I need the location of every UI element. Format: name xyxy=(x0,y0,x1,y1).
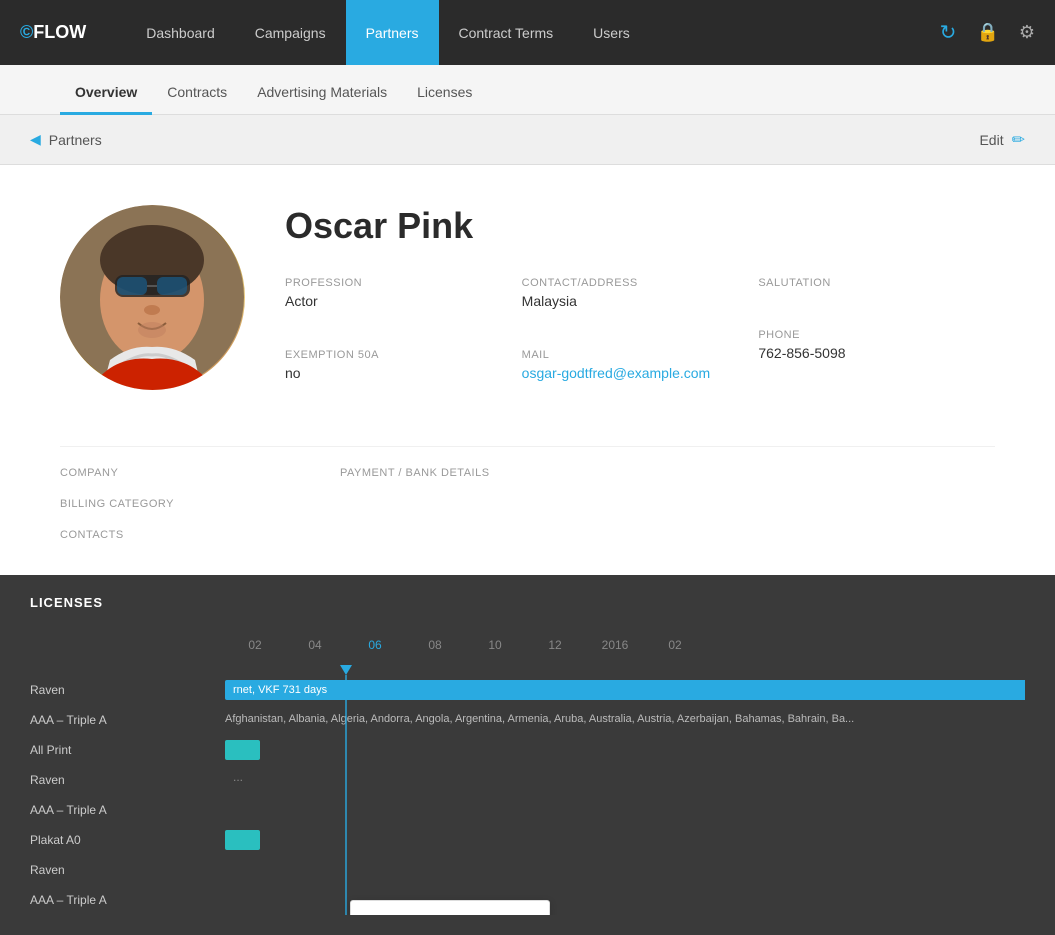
sub-nav: Overview Contracts Advertising Materials… xyxy=(0,65,1055,115)
breadcrumb-partners-link[interactable]: Partners xyxy=(49,132,102,148)
table-row: AAA – Triple A Afghanistan, Albania, Alg… xyxy=(30,705,1025,735)
row-label: All Print xyxy=(30,743,225,757)
payment-field: PAYMENT / BANK DETAILS xyxy=(340,467,540,483)
lock-icon[interactable]: 🔒 xyxy=(976,22,998,43)
mail-value[interactable]: osgar-godtfred@example.com xyxy=(522,365,711,381)
timeline-vertical-line xyxy=(345,675,347,915)
table-row: AAA – Triple A TV 122 days Argentina xyxy=(30,795,1025,825)
timeline-marker-triangle xyxy=(340,665,352,675)
avatar xyxy=(60,205,245,390)
row-label: AAA – Triple A xyxy=(30,893,225,907)
tooltip-type-1: TV 122 days xyxy=(367,913,533,915)
nav-item-contract-terms[interactable]: Contract Terms xyxy=(439,0,574,65)
company-label: COMPANY xyxy=(60,467,260,479)
breadcrumb-right: Edit ✏ xyxy=(979,130,1025,150)
main-content: Oscar Pink PROFESSION Actor EXEMPTION 50… xyxy=(0,165,1055,575)
logo[interactable]: ©FLOW xyxy=(20,22,86,43)
table-row: All Print xyxy=(30,735,1025,765)
company-field: COMPANY xyxy=(60,467,260,483)
profile-fields: PROFESSION Actor EXEMPTION 50A no CONTAC… xyxy=(285,277,995,406)
field-col-salutation: SALUTATION PHONE 762-856-5098 xyxy=(758,277,995,406)
tick-2016: 2016 xyxy=(585,638,645,652)
licenses-section: LICENSES 02 04 06 08 10 12 2016 02 xyxy=(0,575,1055,935)
timeline-header: 02 04 06 08 10 12 2016 02 xyxy=(30,630,1025,660)
tick-08: 08 xyxy=(405,638,465,652)
contact-label: CONTACT/ADDRESS xyxy=(522,277,759,289)
salutation-label: SALUTATION xyxy=(758,277,995,289)
bar xyxy=(225,830,260,850)
tab-contracts[interactable]: Contracts xyxy=(152,84,242,115)
nav-items: Dashboard Campaigns Partners Contract Te… xyxy=(126,0,939,65)
tick-12: 12 xyxy=(525,638,585,652)
row-label: Raven xyxy=(30,863,225,877)
tick-02a: 02 xyxy=(225,638,285,652)
timeline-rows: Raven rnet, VKF 731 days AAA – Triple A … xyxy=(30,675,1025,915)
phone-value: 762-856-5098 xyxy=(758,345,995,361)
tick-06: 06 xyxy=(345,638,405,652)
row-label: Plakat A0 xyxy=(30,833,225,847)
table-row: Raven ... xyxy=(30,765,1025,795)
breadcrumb-bar: ◀ Partners Edit ✏ xyxy=(0,115,1055,165)
edit-pencil-icon[interactable]: ✏ xyxy=(1012,130,1025,150)
refresh-icon[interactable]: ↻ xyxy=(940,20,957,45)
tick-02b: 02 xyxy=(645,638,705,652)
row-label: AAA – Triple A xyxy=(30,713,225,727)
row-label: Raven xyxy=(30,683,225,697)
timeline-container: 02 04 06 08 10 12 2016 02 Raven rnet, VK… xyxy=(30,630,1025,915)
bar xyxy=(225,740,260,760)
tick-04: 04 xyxy=(285,638,345,652)
nav-right: ↻ 🔒 ⚙ xyxy=(940,20,1035,45)
nav-item-campaigns[interactable]: Campaigns xyxy=(235,0,346,65)
row-label: AAA – Triple A xyxy=(30,803,225,817)
profile-info: Oscar Pink PROFESSION Actor EXEMPTION 50… xyxy=(285,205,995,406)
field-col-contact: CONTACT/ADDRESS Malaysia MAIL osgar-godt… xyxy=(522,277,759,406)
nav-item-dashboard[interactable]: Dashboard xyxy=(126,0,235,65)
contacts-label: CONTACTS xyxy=(60,529,260,541)
exemption-label: EXEMPTION 50A xyxy=(285,349,522,361)
phone-label: PHONE xyxy=(758,329,995,341)
profile-name: Oscar Pink xyxy=(285,205,995,247)
gear-icon[interactable]: ⚙ xyxy=(1019,22,1035,43)
nav-item-users[interactable]: Users xyxy=(573,0,650,65)
profession-label: PROFESSION xyxy=(285,277,522,289)
back-arrow-icon: ◀ xyxy=(30,131,41,148)
avatar-image xyxy=(60,205,245,390)
table-row: Raven xyxy=(30,855,1025,885)
tab-advertising-materials[interactable]: Advertising Materials xyxy=(242,84,402,115)
table-row: Plakat A0 TV 184 days Germany xyxy=(30,825,1025,855)
table-row: Raven rnet, VKF 731 days xyxy=(30,675,1025,705)
top-nav: ©FLOW Dashboard Campaigns Partners Contr… xyxy=(0,0,1055,65)
breadcrumb: ◀ Partners xyxy=(30,131,102,148)
licenses-title: LICENSES xyxy=(30,595,1025,610)
billing-label: BILLING CATEGORY xyxy=(60,498,260,510)
tooltip-1: TV 122 days Argentina xyxy=(350,900,550,915)
contact-value: Malaysia xyxy=(522,293,759,309)
tab-overview[interactable]: Overview xyxy=(60,84,152,115)
nav-item-partners[interactable]: Partners xyxy=(346,0,439,65)
edit-button[interactable]: Edit xyxy=(979,132,1003,148)
profession-value: Actor xyxy=(285,293,522,309)
additional-fields: COMPANY PAYMENT / BANK DETAILS xyxy=(60,446,995,483)
exemption-value: no xyxy=(285,365,522,381)
tab-licenses[interactable]: Licenses xyxy=(402,84,487,115)
profile-section: Oscar Pink PROFESSION Actor EXEMPTION 50… xyxy=(60,205,995,406)
tick-10: 10 xyxy=(465,638,525,652)
row-label: Raven xyxy=(30,773,225,787)
payment-label: PAYMENT / BANK DETAILS xyxy=(340,467,540,479)
field-col-profession: PROFESSION Actor EXEMPTION 50A no xyxy=(285,277,522,406)
mail-label: MAIL xyxy=(522,349,759,361)
